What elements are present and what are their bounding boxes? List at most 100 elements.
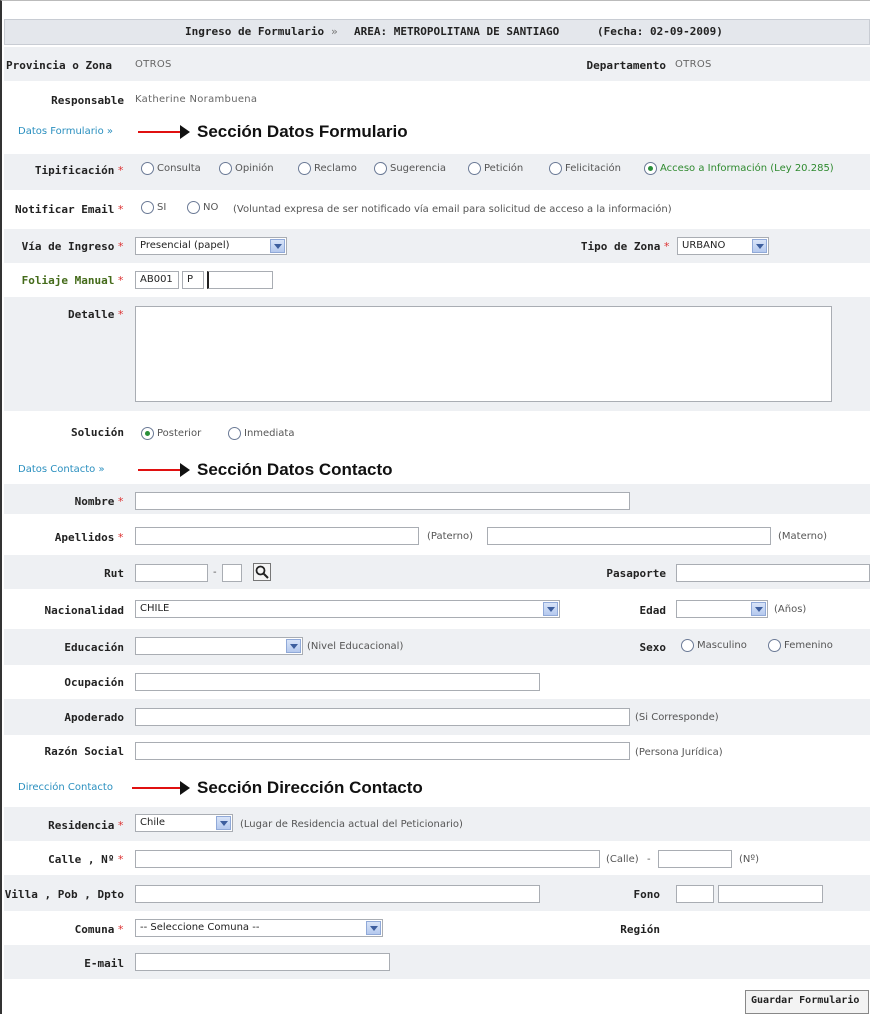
radio-solucion-inmediata[interactable]: Inmediata <box>228 427 294 440</box>
detalle-label: Detalle * <box>68 308 124 321</box>
radio-peticion[interactable]: Petición <box>468 162 523 175</box>
calle-label: Calle , Nº * <box>48 853 124 866</box>
materno-note: (Materno) <box>778 531 828 542</box>
foliaje-letter-input[interactable]: P <box>182 271 204 289</box>
comuna-select[interactable]: -- Seleccione Comuna -- <box>135 919 383 937</box>
header-date: (Fecha: 02-09-2009) <box>597 25 723 38</box>
radio-reclamo[interactable]: Reclamo <box>298 162 357 175</box>
educacion-note: (Nivel Educacional) <box>307 641 404 652</box>
chevron-down-icon <box>751 602 766 616</box>
comuna-label: Comuna * <box>74 923 124 936</box>
razon-social-input[interactable] <box>135 742 630 760</box>
fono-area-input[interactable] <box>676 885 714 903</box>
nacionalidad-select[interactable]: CHILE <box>135 600 560 618</box>
radio-circle-icon <box>219 162 232 175</box>
razon-social-label: Razón Social <box>44 745 124 758</box>
responsable-value: Katherine Norambuena <box>135 94 258 105</box>
section-link-formulario[interactable]: Datos Formulario » <box>18 126 113 137</box>
chevron-down-icon <box>752 239 767 253</box>
notificar-email-label: Notificar Email * <box>15 203 124 216</box>
section-link-contacto[interactable]: Datos Contacto » <box>18 464 105 475</box>
educacion-select[interactable] <box>135 637 303 655</box>
radio-sugerencia[interactable]: Sugerencia <box>374 162 446 175</box>
arrow-contacto-icon <box>138 463 190 477</box>
ocupacion-label: Ocupación <box>64 676 124 689</box>
chevron-down-icon <box>543 602 558 616</box>
section-title-direccion: Sección Dirección Contacto <box>197 778 423 797</box>
radio-circle-icon <box>141 162 154 175</box>
sexo-label: Sexo <box>639 641 667 654</box>
ocupacion-input[interactable] <box>135 673 540 691</box>
nacionalidad-label: Nacionalidad <box>44 604 124 617</box>
apoderado-input[interactable] <box>135 708 630 726</box>
via-ingreso-label: Vía de Ingreso * <box>21 240 124 253</box>
numero-input[interactable] <box>658 850 732 868</box>
apoderado-label: Apoderado <box>64 711 124 724</box>
form-header: Ingreso de Formulario » AREA: METROPOLIT… <box>4 19 870 45</box>
header-prefix: Ingreso de Formulario <box>185 25 325 38</box>
apellido-paterno-input[interactable] <box>135 527 419 545</box>
radio-opinion[interactable]: Opinión <box>219 162 274 175</box>
foliaje-prefix-input[interactable]: AB001 <box>135 271 179 289</box>
responsable-label: Responsable <box>51 94 124 107</box>
radio-circle-icon <box>298 162 311 175</box>
edad-select[interactable] <box>676 600 768 618</box>
chevron-down-icon <box>366 921 381 935</box>
pasaporte-input[interactable] <box>676 564 870 582</box>
residencia-select[interactable]: Chile <box>135 814 233 832</box>
edad-label: Edad <box>639 604 667 617</box>
calle-input[interactable] <box>135 850 600 868</box>
radio-consulta[interactable]: Consulta <box>141 162 201 175</box>
rut-dv-input[interactable] <box>222 564 242 582</box>
radio-circle-icon <box>374 162 387 175</box>
radio-circle-icon <box>141 201 154 214</box>
section-title-contacto: Sección Datos Contacto <box>197 460 393 479</box>
header-area: AREA: METROPOLITANA DE SANTIAGO <box>354 25 560 38</box>
departamento-value: OTROS <box>675 59 712 70</box>
via-ingreso-select[interactable]: Presencial (papel) <box>135 237 287 255</box>
row-provincia <box>4 47 870 81</box>
residencia-note: (Lugar de Residencia actual del Peticion… <box>240 819 463 830</box>
radio-circle-icon <box>768 639 781 652</box>
section-link-direccion[interactable]: Dirección Contacto <box>18 782 113 793</box>
arrow-formulario-icon <box>138 125 190 139</box>
radio-sexo-femenino[interactable]: Femenino <box>768 639 833 652</box>
fono-label: Fono <box>633 888 661 901</box>
fono-number-input[interactable] <box>718 885 823 903</box>
chevron-down-icon <box>286 639 301 653</box>
razon-social-note: (Persona Jurídica) <box>635 747 723 758</box>
edad-note: (Años) <box>774 604 807 615</box>
apoderado-note: (Si Corresponde) <box>635 712 719 723</box>
villa-input[interactable] <box>135 885 540 903</box>
email-input[interactable] <box>135 953 390 971</box>
provincia-value: OTROS <box>135 59 172 70</box>
residencia-label: Residencia * <box>48 819 124 832</box>
arrow-direccion-icon <box>132 781 190 795</box>
radio-circle-icon <box>549 162 562 175</box>
radio-checked-icon <box>141 427 154 440</box>
paterno-note: (Paterno) <box>427 531 473 542</box>
email-label: E-mail <box>84 957 124 970</box>
departamento-label: Departamento <box>586 59 666 72</box>
tipo-zona-label: Tipo de Zona * <box>580 240 670 253</box>
detalle-textarea[interactable] <box>135 306 832 402</box>
radio-solucion-posterior[interactable]: Posterior <box>141 427 201 440</box>
radio-notificar-si[interactable]: SI <box>141 201 166 214</box>
form-page: Ingreso de Formulario » AREA: METROPOLIT… <box>0 0 870 1014</box>
tipo-zona-select[interactable]: URBANO <box>677 237 769 255</box>
apellidos-label: Apellidos * <box>54 531 124 544</box>
radio-felicitacion[interactable]: Felicitación <box>549 162 621 175</box>
nombre-label: Nombre * <box>74 495 124 508</box>
nombre-input[interactable] <box>135 492 630 510</box>
search-button[interactable] <box>253 563 271 581</box>
guardar-formulario-button[interactable]: Guardar Formulario <box>745 990 869 1014</box>
radio-sexo-masculino[interactable]: Masculino <box>681 639 747 652</box>
calle-note: (Calle) <box>606 854 639 865</box>
foliaje-number-input[interactable] <box>207 271 273 289</box>
radio-acceso-informacion[interactable]: Acceso a Información (Ley 20.285) <box>644 162 834 175</box>
apellido-materno-input[interactable] <box>487 527 771 545</box>
numero-note: (Nº) <box>739 854 759 865</box>
radio-notificar-no[interactable]: NO <box>187 201 218 214</box>
rut-number-input[interactable] <box>135 564 208 582</box>
educacion-label: Educación <box>64 641 124 654</box>
